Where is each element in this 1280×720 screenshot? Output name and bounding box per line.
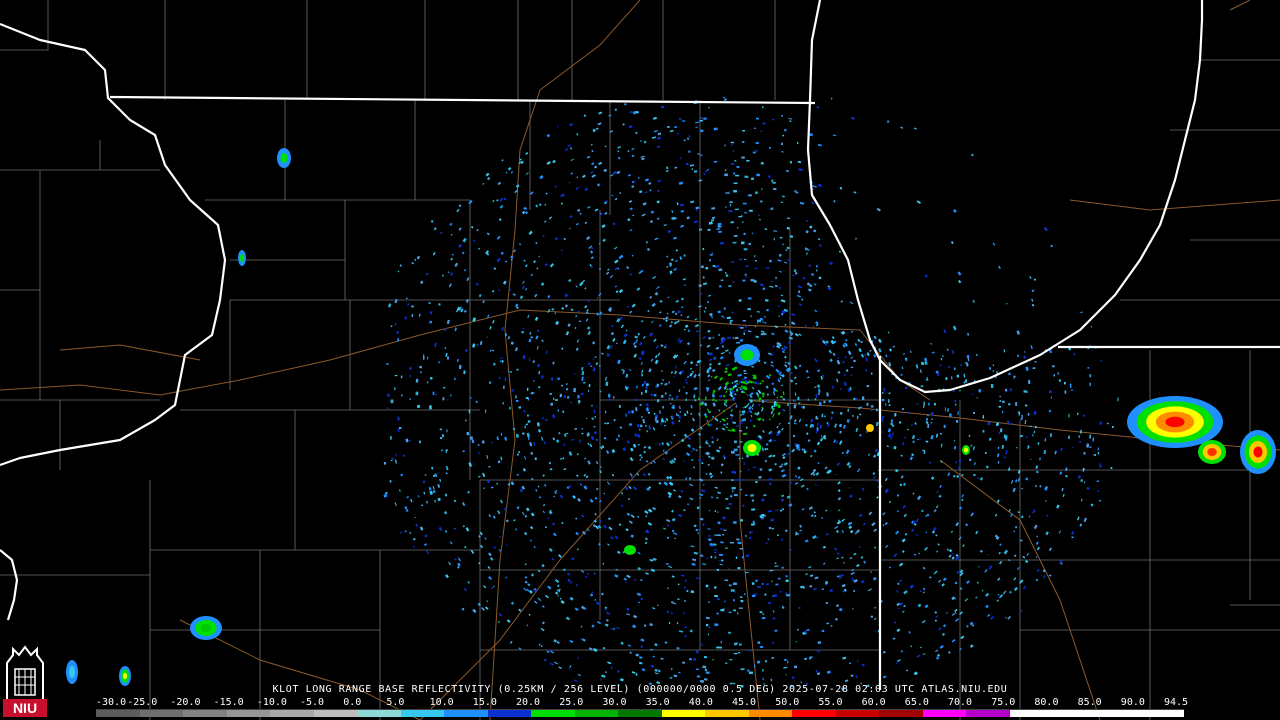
colorbar-segment [966, 710, 1010, 717]
colorbar-tick: -5.0 [300, 697, 325, 708]
colorbar-tick: 0.0 [343, 697, 362, 708]
logo-text: NIU [13, 700, 37, 716]
colorbar-tick: -10.0 [256, 697, 287, 708]
colorbar-segment [270, 710, 314, 717]
colorbar-segment [792, 710, 836, 717]
colorbar-segment [1096, 710, 1141, 717]
map-background [0, 0, 1280, 720]
colorbar-segment [1053, 710, 1097, 717]
colorbar-segment [1140, 710, 1184, 717]
colorbar-segment [487, 710, 532, 717]
colorbar-segment [661, 710, 706, 717]
colorbar-tick: 5.0 [386, 697, 405, 708]
colorbar-tick: 20.0 [516, 697, 541, 708]
colorbar-tick: 55.0 [818, 697, 843, 708]
colorbar-tick: 75.0 [991, 697, 1016, 708]
colorbar-segment [96, 710, 140, 717]
colorbar-segment [574, 710, 619, 717]
colorbar-segment [1009, 710, 1054, 717]
niu-logo: NIU [3, 645, 47, 717]
colorbar-segment [618, 710, 662, 717]
colorbar-tick-labels: -30.0 -25.0 -20.0 -15.0 -10.0 -5.0 0.0 5.0 10.0 1… [96, 697, 1188, 709]
colorbar-tick: 45.0 [732, 697, 757, 708]
colorbar-tick: 65.0 [904, 697, 929, 708]
colorbar-tick: 30.0 [602, 697, 627, 708]
colorbar-segment [226, 710, 271, 717]
colorbar-tick: 15.0 [472, 697, 497, 708]
reflectivity-colorbar [96, 709, 1184, 717]
colorbar-segment [313, 710, 358, 717]
colorbar-segment [357, 710, 401, 717]
colorbar-tick: 60.0 [861, 697, 886, 708]
colorbar-tick: -15.0 [213, 697, 244, 708]
colorbar-segment [922, 710, 967, 717]
colorbar-segment [444, 710, 488, 717]
colorbar-tick: -30.0 [96, 697, 127, 708]
colorbar-segment [835, 710, 880, 717]
colorbar-tick: 25.0 [559, 697, 584, 708]
colorbar-tick: 90.0 [1120, 697, 1145, 708]
product-caption: KLOT LONG RANGE BASE REFLECTIVITY (0.25K… [272, 684, 1008, 695]
colorbar-segment [183, 710, 227, 717]
colorbar-tick: 35.0 [645, 697, 670, 708]
colorbar-tick: 50.0 [775, 697, 800, 708]
colorbar-segment [531, 710, 575, 717]
colorbar-segment [748, 710, 793, 717]
colorbar-tick: 85.0 [1077, 697, 1102, 708]
colorbar-tick: -25.0 [127, 697, 158, 708]
colorbar-segment [705, 710, 749, 717]
colorbar-tick: 70.0 [948, 697, 973, 708]
colorbar-tick: 80.0 [1034, 697, 1059, 708]
colorbar-segment [139, 710, 184, 717]
radar-site [735, 393, 749, 407]
colorbar-tick: 94.5 [1164, 697, 1189, 708]
colorbar-tick: 10.0 [429, 697, 454, 708]
colorbar-segment [879, 710, 923, 717]
colorbar-tick: 40.0 [688, 697, 713, 708]
colorbar-segment [400, 710, 445, 717]
colorbar-tick: -20.0 [170, 697, 201, 708]
radar-map [0, 0, 1280, 720]
